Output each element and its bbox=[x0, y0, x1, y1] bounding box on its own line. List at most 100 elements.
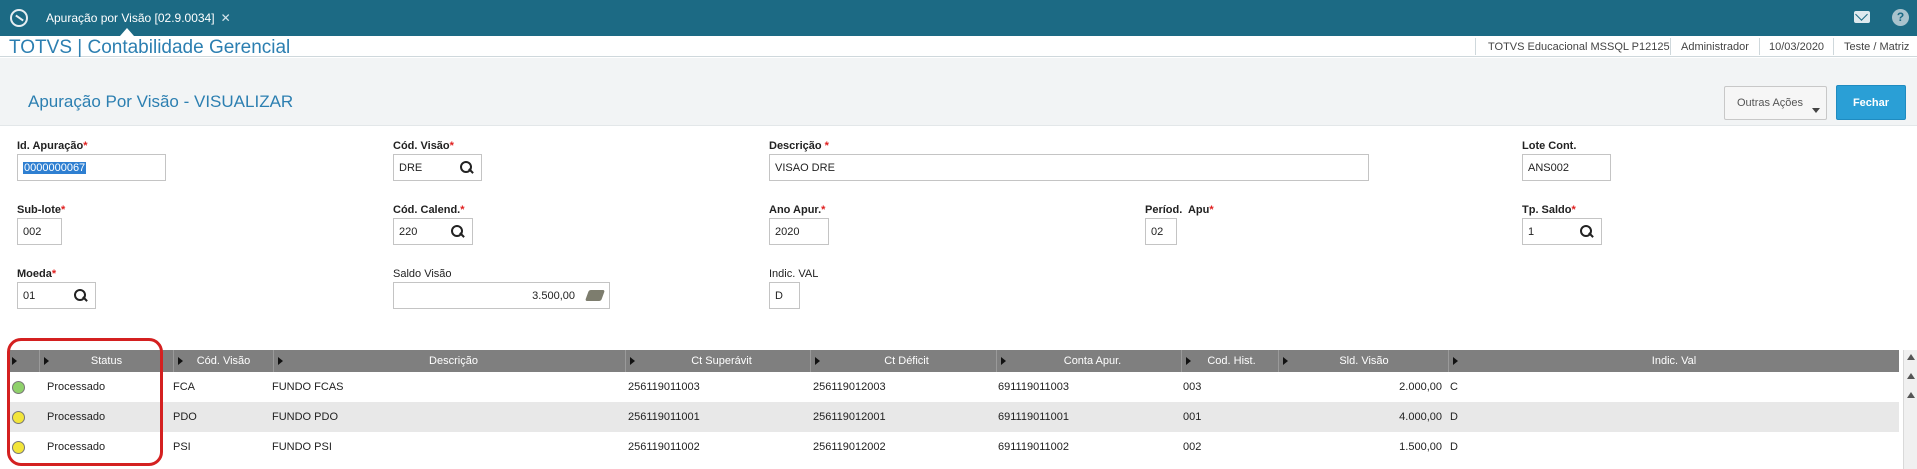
col-header-conta-apur[interactable]: Conta Apur. bbox=[996, 350, 1188, 372]
status-light-icon bbox=[12, 380, 25, 394]
indic-val-cell: D bbox=[1450, 411, 1458, 423]
header-divider bbox=[1670, 38, 1671, 55]
outras-acoes-label: Outras Ações bbox=[1737, 97, 1804, 109]
lote-cont-label: Lote Cont. bbox=[1522, 140, 1577, 152]
status-light-icon bbox=[12, 440, 25, 454]
sort-arrow-icon bbox=[630, 357, 635, 365]
ct-deficit-cell: 256119012003 bbox=[813, 381, 886, 393]
chevron-down-icon bbox=[1812, 108, 1820, 113]
outras-acoes-button[interactable]: Outras Ações bbox=[1724, 86, 1827, 120]
tp-saldo-label: Tp. Saldo* bbox=[1522, 204, 1576, 216]
col-header-descricao[interactable]: Descrição bbox=[273, 350, 633, 372]
ct-deficit-cell: 256119012001 bbox=[813, 411, 886, 423]
indic-val-field[interactable]: D bbox=[769, 282, 800, 309]
search-icon[interactable] bbox=[460, 161, 473, 174]
sort-arrow-icon bbox=[12, 357, 17, 365]
col-header-cod-visao[interactable]: Cód. Visão bbox=[173, 350, 273, 372]
status-cell: Processado bbox=[47, 381, 106, 393]
status-light-icon bbox=[12, 410, 25, 424]
sort-arrow-icon bbox=[815, 357, 820, 365]
lote-cont-field[interactable]: ANS002 bbox=[1522, 154, 1611, 181]
search-icon[interactable] bbox=[1580, 225, 1593, 238]
col-header-ct-deficit[interactable]: Ct Déficit bbox=[810, 350, 1002, 372]
app-title: TOTVS | Contabilidade Gerencial bbox=[9, 37, 291, 58]
descricao-field[interactable]: VISAO DRE bbox=[769, 154, 1369, 181]
cod-visao-cell: PSI bbox=[173, 441, 191, 453]
top-bar: Apuração por Visão [02.9.0034] ✕ ? bbox=[0, 0, 1917, 36]
row-selector-header[interactable] bbox=[8, 350, 39, 372]
col-header-sld-visao[interactable]: Sld. Visão bbox=[1278, 350, 1449, 372]
grid-header: Status Cód. Visão Descrição Ct Superávit… bbox=[8, 350, 1899, 372]
cod-calend-field[interactable]: 220 bbox=[393, 218, 473, 245]
mail-icon[interactable] bbox=[1854, 11, 1870, 23]
cod-hist-cell: 001 bbox=[1183, 411, 1202, 423]
sub-lote-field[interactable]: 002 bbox=[17, 218, 62, 245]
ct-deficit-cell: 256119012002 bbox=[813, 441, 886, 453]
money-icon[interactable] bbox=[584, 290, 606, 301]
header-divider bbox=[1475, 38, 1476, 55]
period-apu-field[interactable]: 02 bbox=[1145, 218, 1177, 245]
cod-hist-cell: 003 bbox=[1183, 381, 1202, 393]
cod-visao-cell: PDO bbox=[173, 411, 197, 423]
search-icon[interactable] bbox=[74, 289, 87, 302]
ct-superavit-cell: 256119011001 bbox=[628, 411, 700, 423]
search-icon[interactable] bbox=[451, 225, 464, 238]
sort-arrow-icon bbox=[1001, 357, 1006, 365]
moeda-label: Moeda* bbox=[17, 268, 57, 280]
tp-saldo-field[interactable]: 1 bbox=[1522, 218, 1602, 245]
scroll-up-icon[interactable] bbox=[1907, 354, 1915, 360]
table-row[interactable]: Processado PDO FUNDO PDO 256119011001 25… bbox=[8, 402, 1899, 432]
table-row[interactable]: Processado FCA FUNDO FCAS 256119011003 2… bbox=[8, 372, 1899, 402]
col-header-indic-val[interactable]: Indic. Val bbox=[1448, 350, 1899, 372]
user-label: Administrador bbox=[1681, 41, 1749, 53]
col-header-cod-hist[interactable]: Cod. Hist. bbox=[1181, 350, 1281, 372]
cod-visao-label: Cód. Visão* bbox=[393, 140, 454, 152]
scroll-up-icon[interactable] bbox=[1907, 373, 1915, 379]
indic-val-label: Indic. VAL bbox=[769, 268, 819, 280]
totvs-logo-icon[interactable] bbox=[10, 9, 28, 27]
grid-scrollbar[interactable] bbox=[1903, 350, 1917, 469]
fechar-button[interactable]: Fechar bbox=[1836, 85, 1906, 120]
cod-hist-cell: 002 bbox=[1183, 441, 1202, 453]
tab-apuracao-por-visao[interactable]: Apuração por Visão [02.9.0034] ✕ bbox=[36, 0, 241, 36]
page-title: Apuração Por Visão - VISUALIZAR bbox=[28, 92, 294, 111]
ano-apur-field[interactable]: 2020 bbox=[769, 218, 829, 245]
status-cell: Processado bbox=[47, 441, 106, 453]
app-header: TOTVS | Contabilidade Gerencial TOTVS Ed… bbox=[0, 36, 1917, 58]
ct-superavit-cell: 256119011003 bbox=[628, 381, 700, 393]
header-divider bbox=[1833, 38, 1834, 55]
status-indicator-cell bbox=[12, 372, 25, 402]
sub-lote-label: Sub-lote* bbox=[17, 204, 66, 216]
status-cell: Processado bbox=[47, 411, 106, 423]
descricao-label: Descrição * bbox=[769, 140, 829, 152]
branch-label: Teste / Matriz bbox=[1844, 41, 1910, 53]
sld-visao-cell: 2.000,00 bbox=[1399, 381, 1442, 393]
tab-close-icon[interactable]: ✕ bbox=[221, 11, 231, 25]
sort-arrow-icon bbox=[1283, 357, 1288, 365]
environment-label: TOTVS Educacional MSSQL P12125 bbox=[1488, 41, 1670, 53]
apuracao-grid: Status Cód. Visão Descrição Ct Superávit… bbox=[8, 350, 1899, 469]
moeda-field[interactable]: 01 bbox=[17, 282, 96, 309]
conta-apur-cell: 691119011001 bbox=[998, 411, 1069, 423]
sort-arrow-icon bbox=[278, 357, 283, 365]
ano-apur-label: Ano Apur.* bbox=[769, 204, 826, 216]
conta-apur-cell: 691119011002 bbox=[998, 441, 1069, 453]
col-header-ct-superavit[interactable]: Ct Superávit bbox=[625, 350, 817, 372]
col-header-status[interactable]: Status bbox=[39, 350, 173, 372]
tab-label: Apuração por Visão [02.9.0034] bbox=[46, 11, 215, 25]
scroll-up-icon[interactable] bbox=[1907, 392, 1915, 398]
indic-val-cell: C bbox=[1450, 381, 1458, 393]
id-apuracao-field[interactable]: 0000000067 bbox=[17, 154, 166, 181]
saldo-visao-field[interactable]: 3.500,00 bbox=[393, 282, 610, 309]
cod-calend-label: Cód. Calend.* bbox=[393, 204, 465, 216]
cod-visao-cell: FCA bbox=[173, 381, 195, 393]
table-row[interactable]: Processado PSI FUNDO PSI 256119011002 25… bbox=[8, 432, 1899, 462]
id-apuracao-label: Id. Apuração* bbox=[17, 140, 88, 152]
status-indicator-cell bbox=[12, 432, 25, 462]
status-indicator-cell bbox=[12, 402, 25, 432]
cod-visao-field[interactable]: DRE bbox=[393, 154, 482, 181]
sld-visao-cell: 1.500,00 bbox=[1399, 441, 1442, 453]
saldo-visao-label: Saldo Visão bbox=[393, 268, 452, 280]
help-icon[interactable]: ? bbox=[1892, 9, 1909, 26]
sort-arrow-icon bbox=[1453, 357, 1458, 365]
